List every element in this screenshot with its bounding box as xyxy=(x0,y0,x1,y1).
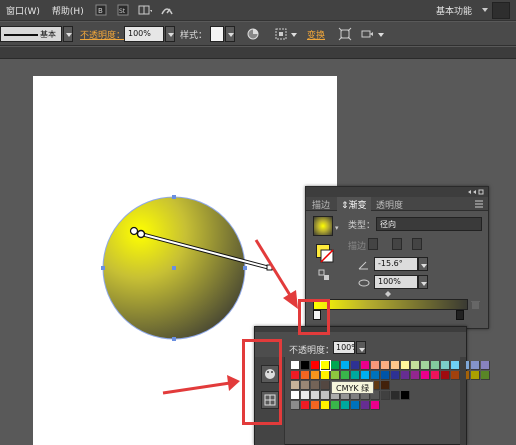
swatch-1-15[interactable] xyxy=(441,371,450,380)
angle-field[interactable]: -15.6° xyxy=(374,257,418,271)
swatch-0-2[interactable] xyxy=(311,361,320,370)
gradient-panel-titlebar[interactable] xyxy=(306,187,488,197)
swatch-3-2[interactable] xyxy=(311,391,320,400)
swatch-4-5[interactable] xyxy=(341,401,350,410)
swatch-4-0[interactable] xyxy=(291,401,300,410)
annotation-arrow-bottom xyxy=(162,375,240,395)
swatch-0-8[interactable] xyxy=(371,361,380,370)
swatch-0-7[interactable] xyxy=(361,361,370,370)
swatch-4-4[interactable] xyxy=(331,401,340,410)
swatch-1-6[interactable] xyxy=(351,371,360,380)
swatch-1-5[interactable] xyxy=(341,371,350,380)
swatch-1-1[interactable] xyxy=(301,371,310,380)
tab-gradient-icon: ⇕ xyxy=(341,201,349,211)
swatch-1-16[interactable] xyxy=(451,371,460,380)
swatch-3-9[interactable] xyxy=(381,391,390,400)
swatch-1-13[interactable] xyxy=(421,371,430,380)
swatch-4-1[interactable] xyxy=(301,401,310,410)
reverse-gradient-icon[interactable] xyxy=(318,269,330,281)
angle-icon xyxy=(358,261,368,270)
stroke-gradient-option-2[interactable] xyxy=(392,238,402,250)
gradient-type-select[interactable]: 径向 xyxy=(376,217,482,231)
swatch-1-7[interactable] xyxy=(361,371,370,380)
stroke-gradient-option-3[interactable] xyxy=(412,238,422,250)
swatch-3-10[interactable] xyxy=(391,391,400,400)
gradient-slider[interactable] xyxy=(313,299,468,310)
swatch-0-9[interactable] xyxy=(381,361,390,370)
swatch-0-12[interactable] xyxy=(411,361,420,370)
thumbnail-dropdown-icon[interactable]: ▾ xyxy=(335,224,339,232)
swatch-1-0[interactable] xyxy=(291,371,300,380)
swatch-0-0[interactable] xyxy=(291,361,300,370)
swatch-0-1[interactable] xyxy=(301,361,310,370)
swatch-2-9[interactable] xyxy=(381,381,390,390)
gradient-panel: 描边 ⇕渐变 透明度 ▾ 类型： 径向 描边 -15.6° 100% xyxy=(305,186,489,329)
tab-transparency[interactable]: 透明度 xyxy=(372,197,407,211)
swatch-1-14[interactable] xyxy=(431,371,440,380)
swatch-4-8[interactable] xyxy=(371,401,380,410)
swatch-2-2[interactable] xyxy=(311,381,320,390)
aspect-ratio-icon xyxy=(358,279,370,287)
stroke-label: 描边 xyxy=(348,242,367,252)
swatch-3-3[interactable] xyxy=(321,391,330,400)
swatch-1-12[interactable] xyxy=(411,371,420,380)
swatch-0-18[interactable] xyxy=(471,361,480,370)
swatch-2-0[interactable] xyxy=(291,381,300,390)
swatch-0-10[interactable] xyxy=(391,361,400,370)
swatch-opacity-label: 不透明度： xyxy=(289,346,335,356)
stroke-gradient-option-1[interactable] xyxy=(368,238,378,250)
swatch-0-11[interactable] xyxy=(401,361,410,370)
swatch-1-2[interactable] xyxy=(311,371,320,380)
swatch-1-19[interactable] xyxy=(481,371,490,380)
collapse-panel-icon[interactable] xyxy=(466,189,484,195)
angle-dropdown[interactable] xyxy=(418,257,428,271)
aspect-ratio-dropdown[interactable] xyxy=(418,275,428,289)
swatch-0-3[interactable] xyxy=(320,360,331,371)
tab-stroke[interactable]: 描边 xyxy=(308,197,334,211)
swatch-tooltip: CMYK 绿 xyxy=(331,381,375,394)
stroke-swatch-none-icon[interactable] xyxy=(320,249,334,263)
swatch-0-14[interactable] xyxy=(431,361,440,370)
swatch-2-3[interactable] xyxy=(321,381,330,390)
gradient-thumbnail[interactable] xyxy=(313,216,333,236)
swatch-1-18[interactable] xyxy=(471,371,480,380)
swatch-opacity-field[interactable]: 100% xyxy=(333,341,355,354)
midpoint-diamond-icon[interactable] xyxy=(385,291,391,297)
tab-gradient[interactable]: ⇕渐变 xyxy=(337,197,371,211)
type-label: 类型： xyxy=(348,221,376,231)
highlight-swatch-tools xyxy=(242,339,282,425)
swatch-3-1[interactable] xyxy=(301,391,310,400)
swatch-1-4[interactable] xyxy=(331,371,340,380)
swatch-scrollbar[interactable] xyxy=(460,357,466,445)
swatch-1-8[interactable] xyxy=(371,371,380,380)
swatch-2-1[interactable] xyxy=(301,381,310,390)
annotation-arrow-top xyxy=(254,239,298,309)
swatch-opacity-dropdown[interactable] xyxy=(356,341,366,354)
swatch-4-2[interactable] xyxy=(311,401,320,410)
swatch-0-4[interactable] xyxy=(331,361,340,370)
swatch-1-9[interactable] xyxy=(381,371,390,380)
delete-stop-icon[interactable] xyxy=(471,300,480,309)
swatch-0-16[interactable] xyxy=(451,361,460,370)
swatch-0-13[interactable] xyxy=(421,361,430,370)
gradient-stop-end[interactable] xyxy=(456,310,464,320)
swatch-0-19[interactable] xyxy=(481,361,490,370)
swatch-0-5[interactable] xyxy=(341,361,350,370)
swatch-1-3[interactable] xyxy=(321,371,330,380)
swatch-4-3[interactable] xyxy=(321,401,330,410)
panel-menu-icon[interactable] xyxy=(474,199,484,209)
tab-gradient-label: 渐变 xyxy=(348,201,367,211)
swatch-0-15[interactable] xyxy=(441,361,450,370)
swatch-panel-titlebar[interactable] xyxy=(255,327,466,332)
swatch-0-6[interactable] xyxy=(351,361,360,370)
swatch-4-7[interactable] xyxy=(361,401,370,410)
swatch-1-11[interactable] xyxy=(401,371,410,380)
aspect-ratio-field[interactable]: 100% xyxy=(374,275,418,289)
highlight-gradient-stop xyxy=(298,299,330,335)
swatch-4-6[interactable] xyxy=(351,401,360,410)
swatch-3-11[interactable] xyxy=(401,391,410,400)
swatch-1-10[interactable] xyxy=(391,371,400,380)
swatch-3-0[interactable] xyxy=(291,391,300,400)
gradient-panel-tabs: 描边 ⇕渐变 透明度 xyxy=(306,197,488,211)
